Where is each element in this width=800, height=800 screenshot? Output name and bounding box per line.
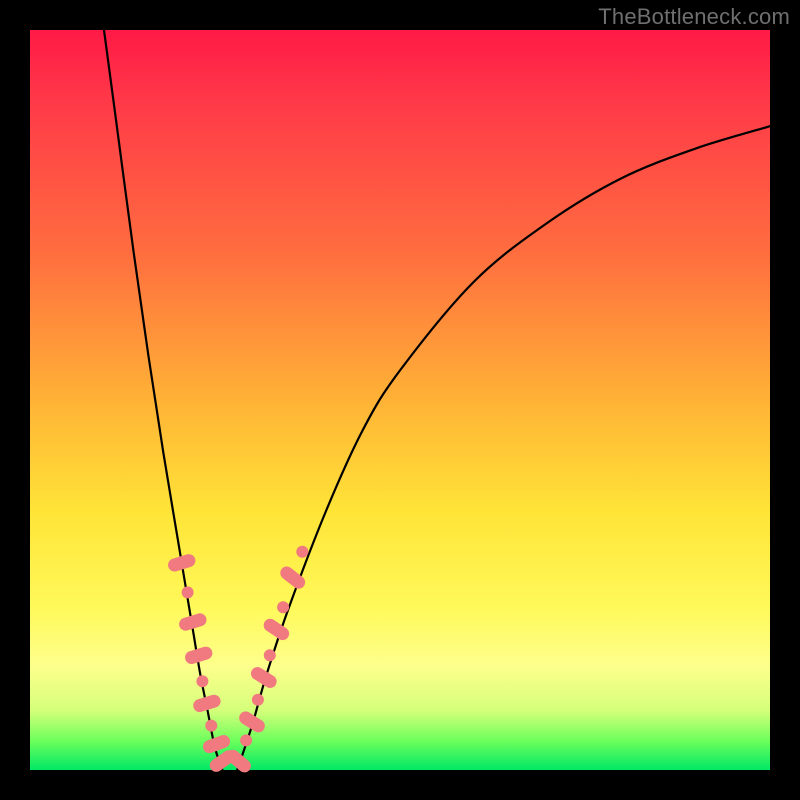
chart-stage: TheBottleneck.com <box>0 0 800 800</box>
bead-pill <box>261 616 291 642</box>
watermark-text: TheBottleneck.com <box>598 4 790 30</box>
bead-dot <box>252 694 264 706</box>
bead-pill <box>237 709 268 735</box>
bead-dot <box>264 649 276 661</box>
bead-pill <box>166 552 197 573</box>
bead-dot <box>196 675 208 687</box>
right-curve <box>237 126 770 770</box>
curves-layer <box>30 30 770 770</box>
bead-dot <box>182 586 194 598</box>
bead-dot <box>296 546 308 558</box>
bead-dot <box>277 601 289 613</box>
plot-area <box>30 30 770 770</box>
bead-dot <box>240 734 252 746</box>
bead-dot <box>205 720 217 732</box>
bead-markers <box>166 546 308 775</box>
